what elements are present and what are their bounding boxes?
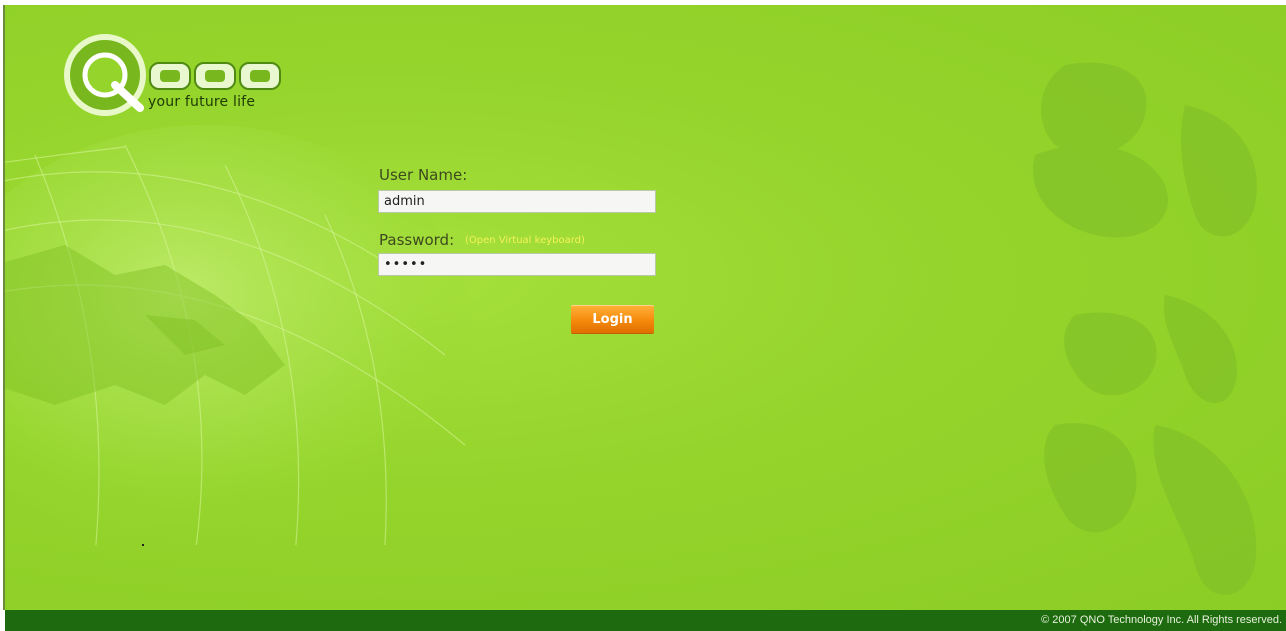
- logo-tagline: your future life: [148, 94, 256, 110]
- qno-logo: [64, 34, 281, 116]
- login-page: your future life User Name: Password: (O…: [0, 0, 1286, 631]
- calligraphy-watermark: [1033, 62, 1257, 595]
- main-panel: your future life User Name: Password: (O…: [5, 5, 1286, 610]
- password-label: Password:: [379, 231, 455, 249]
- globe-graphic: [5, 125, 475, 545]
- password-field[interactable]: [378, 253, 656, 276]
- username-field[interactable]: [378, 190, 656, 213]
- stray-dot: [142, 544, 144, 546]
- virtual-keyboard-link[interactable]: (Open Virtual keyboard): [465, 235, 585, 246]
- login-button[interactable]: Login: [571, 305, 654, 333]
- footer-bar: © 2007 QNO Technology Inc. All Rights re…: [5, 610, 1286, 631]
- copyright-text: © 2007 QNO Technology Inc. All Rights re…: [1041, 614, 1282, 626]
- username-label: User Name:: [379, 166, 468, 184]
